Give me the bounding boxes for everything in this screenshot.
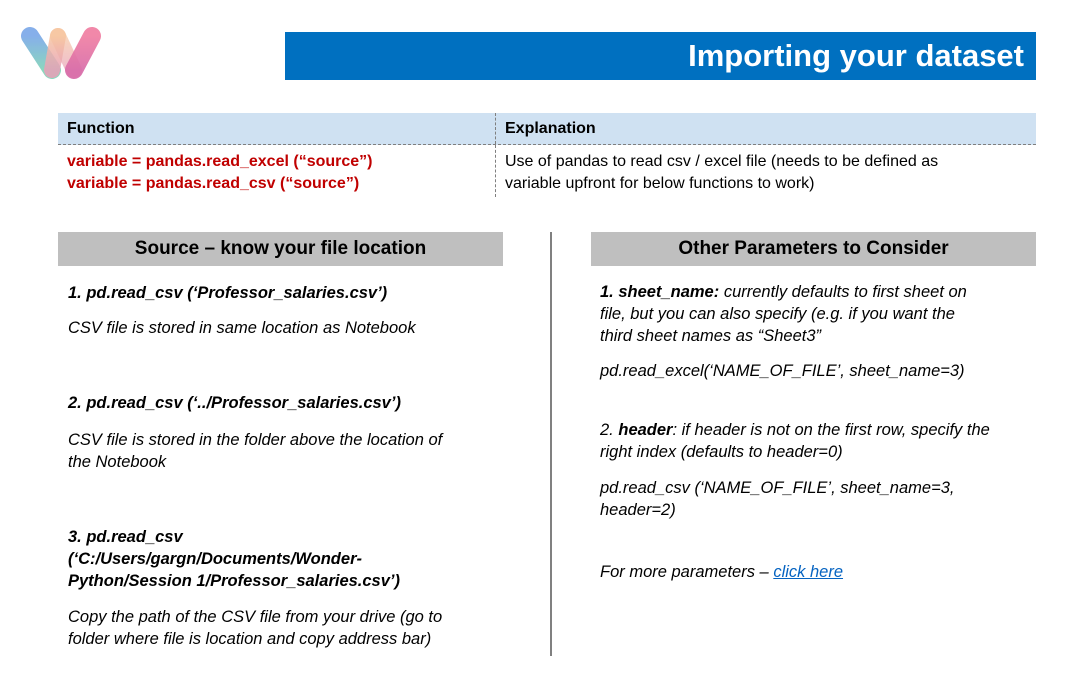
explanation-line: variable upfront for below functions to …	[505, 175, 815, 192]
parameters-section-heading: Other Parameters to Consider	[591, 232, 1036, 266]
explanation-line: Use of pandas to read csv / excel file (…	[505, 153, 939, 170]
description-line: Copy the path of the CSV file from your …	[68, 608, 443, 626]
parameter-sheet-name-code: pd.read_excel(‘NAME_OF_FILE’, sheet_name…	[600, 362, 965, 380]
description-line: the Notebook	[68, 453, 167, 471]
explanation-cell: Use of pandas to read csv / excel file (…	[496, 145, 1036, 197]
source-section-heading: Source – know your file location	[58, 232, 503, 266]
more-parameters-text: For more parameters –	[600, 563, 774, 581]
table-header-row: Function Explanation	[58, 113, 1036, 145]
source-item-2-description: CSV file is stored in the folder above t…	[68, 429, 442, 473]
parameter-text: : if header is not on the first row, spe…	[672, 421, 990, 439]
more-parameters: For more parameters – click here	[600, 561, 843, 583]
function-read-excel: variable = pandas.read_excel (“source”)	[67, 153, 373, 170]
parameter-header: 2. header: if header is not on the first…	[600, 419, 990, 463]
parameter-sheet-name: 1. sheet_name: currently defaults to fir…	[600, 281, 967, 347]
source-item-2-code: 2. pd.read_csv (‘../Professor_salaries.c…	[68, 394, 401, 412]
parameter-text: right index (defaults to header=0)	[600, 443, 843, 461]
description-line: CSV file is stored in the folder above t…	[68, 431, 443, 449]
click-here-link[interactable]: click here	[773, 563, 843, 581]
source-item-1-description: CSV file is stored in same location as N…	[68, 319, 416, 337]
source-item-3-code: 3. pd.read_csv (‘C:/Users/gargn/Document…	[68, 526, 400, 592]
parameter-text: third sheet names as “Sheet3”	[600, 327, 822, 345]
function-cell: variable = pandas.read_excel (“source”) …	[58, 145, 496, 197]
source-item-1-code: 1. pd.read_csv (‘Professor_salaries.csv’…	[68, 284, 388, 302]
code-line: header=2)	[600, 501, 676, 519]
page-title: Importing your dataset	[285, 32, 1036, 80]
source-item-3-description: Copy the path of the CSV file from your …	[68, 606, 442, 650]
parameter-prefix: 2.	[600, 421, 619, 439]
description-line: folder where file is location and copy a…	[68, 630, 432, 648]
table-row: variable = pandas.read_excel (“source”) …	[58, 145, 1036, 197]
function-table: Function Explanation variable = pandas.r…	[58, 113, 1036, 197]
code-line: 3. pd.read_csv	[68, 528, 183, 546]
column-header-explanation: Explanation	[505, 120, 596, 137]
parameter-label: 1. sheet_name:	[600, 283, 720, 301]
code-line: Python/Session 1/Professor_salaries.csv’…	[68, 572, 400, 590]
column-divider	[550, 232, 552, 656]
parameter-text: currently defaults to first sheet on	[719, 283, 967, 301]
parameter-header-code: pd.read_csv (‘NAME_OF_FILE’, sheet_name=…	[600, 477, 954, 521]
parameter-label: header	[618, 421, 673, 439]
code-line: (‘C:/Users/gargn/Documents/Wonder-	[68, 550, 362, 568]
code-line: pd.read_csv (‘NAME_OF_FILE’, sheet_name=…	[600, 479, 955, 497]
column-header-function: Function	[58, 113, 496, 144]
wonder-logo-icon	[21, 27, 101, 79]
parameter-text: file, but you can also specify (e.g. if …	[600, 305, 955, 323]
function-read-csv: variable = pandas.read_csv (“source”)	[67, 175, 360, 192]
